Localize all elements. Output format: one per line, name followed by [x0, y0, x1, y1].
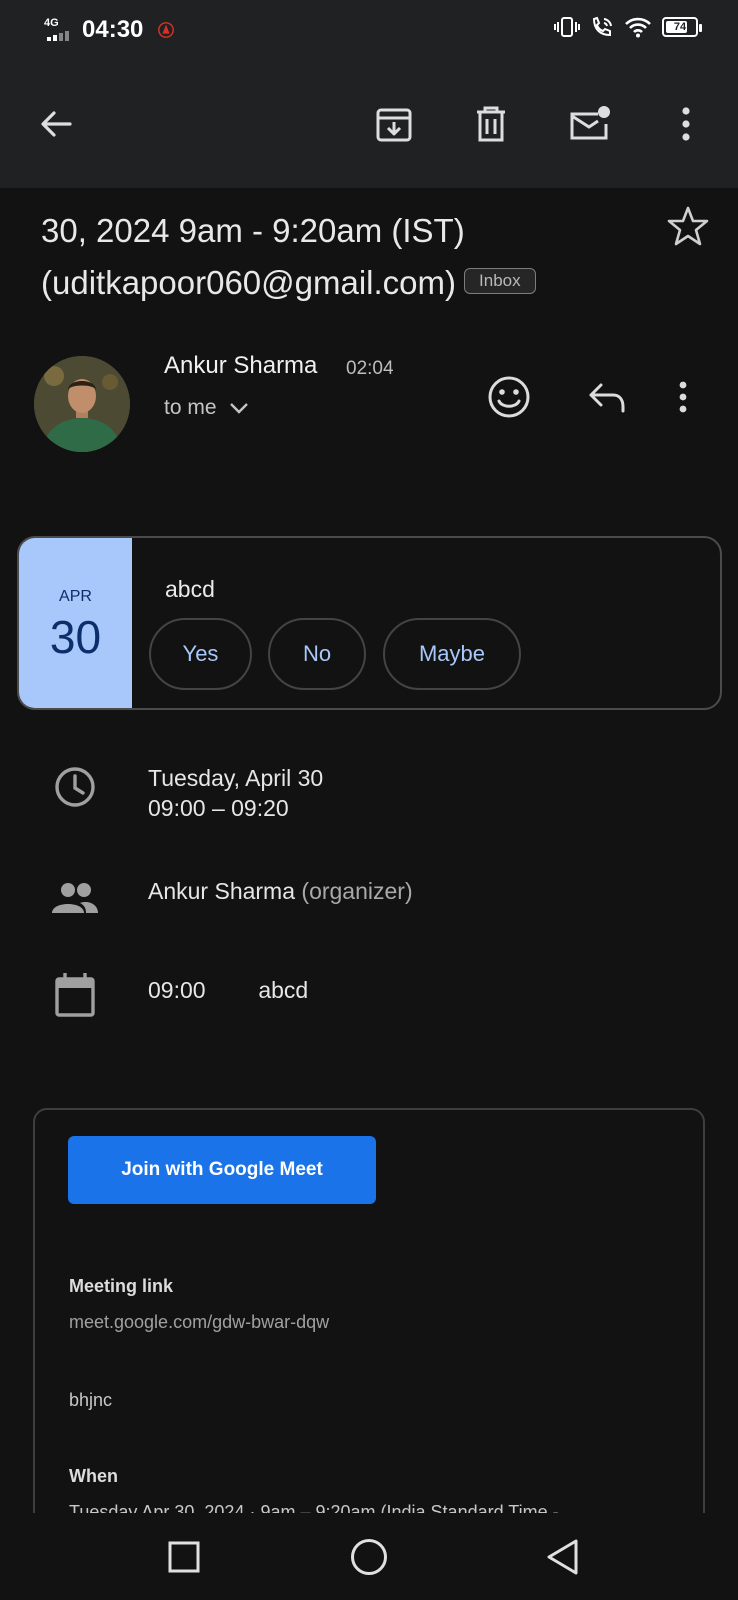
subject-line-1: 30, 2024 9am - 9:20am (IST): [41, 212, 465, 249]
wifi-icon: [625, 17, 651, 38]
message-more-button[interactable]: [668, 372, 698, 422]
delete-button[interactable]: [463, 96, 519, 152]
invite-month: APR: [59, 588, 92, 605]
agenda-event: abcd: [258, 977, 309, 1003]
email-subject: 30, 2024 9am - 9:20am (IST) (uditkapoor0…: [41, 205, 641, 309]
clock: 04:30: [82, 16, 144, 43]
back-nav-button[interactable]: [534, 1529, 590, 1585]
battery-icon: 74: [662, 17, 702, 37]
join-google-meet-button[interactable]: Join with Google Meet: [68, 1136, 376, 1204]
sender-name[interactable]: Ankur Sharma: [164, 352, 317, 380]
more-options-button[interactable]: [658, 96, 714, 152]
mark-unread-button[interactable]: [562, 96, 618, 152]
recipient-toggle[interactable]: to me: [164, 396, 249, 420]
arrow-back-icon: [41, 111, 72, 137]
network-type: 4G: [44, 17, 59, 29]
add-reaction-button[interactable]: [484, 372, 534, 422]
calendar-icon: [50, 970, 100, 1020]
invite-day: 30: [49, 611, 102, 663]
star-button[interactable]: [666, 204, 710, 248]
people-icon: [50, 873, 100, 923]
meeting-link[interactable]: meet.google.com/gdw-bwar-dqw: [69, 1312, 329, 1333]
battery-level: 74: [673, 21, 687, 33]
rsvp-yes-button[interactable]: Yes: [149, 618, 252, 690]
archive-button[interactable]: [366, 96, 422, 152]
mail-unread-icon: [570, 106, 610, 140]
reply-button[interactable]: [582, 372, 632, 422]
event-date: Tuesday, April 30: [148, 765, 324, 791]
home-button[interactable]: [341, 1529, 397, 1585]
organizer: Ankur Sharma (organizer): [148, 876, 413, 906]
star-icon: [667, 206, 709, 246]
emoji-icon: [488, 376, 530, 418]
reply-icon: [589, 383, 625, 413]
calendar-agenda: 09:00 abcd: [148, 975, 308, 1005]
system-nav-bar: [0, 1513, 738, 1600]
clock-icon: [50, 762, 100, 812]
meeting-link-label: Meeting link: [69, 1276, 174, 1296]
network-signal-icon: 4G: [44, 17, 78, 43]
more-vert-icon: [682, 107, 690, 141]
rsvp-no-button[interactable]: No: [268, 618, 366, 690]
more-vert-icon: [679, 381, 687, 413]
when-label: When: [69, 1466, 118, 1486]
sent-time: 02:04: [346, 358, 394, 379]
status-bar: 4G 04:30 74: [0, 0, 738, 60]
organizer-role: (organizer): [301, 878, 413, 904]
recipient-label: to me: [164, 396, 217, 419]
sender-avatar[interactable]: [34, 356, 130, 452]
top-app-bar: [0, 60, 738, 188]
invite-title: abcd: [165, 576, 215, 602]
meet-details-card: Join with Google Meet Meeting link meet.…: [33, 1108, 705, 1528]
notification-icon: [158, 22, 175, 38]
subject-line-2: (uditkapoor060@gmail.com): [41, 264, 457, 301]
event-time-range: 09:00 – 09:20: [148, 795, 289, 821]
rsvp-maybe-button[interactable]: Maybe: [383, 618, 521, 690]
wifi-call-icon: [592, 16, 612, 37]
square-icon: [168, 1541, 200, 1573]
back-button[interactable]: [28, 96, 84, 152]
vibrate-icon: [554, 17, 580, 37]
calendar-invite-card: APR 30 abcd Yes No Maybe: [17, 536, 722, 710]
agenda-time: 09:00: [148, 977, 206, 1003]
trash-icon: [477, 106, 505, 142]
triangle-back-icon: [547, 1539, 578, 1575]
avatar-photo: [34, 356, 130, 452]
inbox-label-badge[interactable]: Inbox: [464, 268, 536, 295]
event-datetime: Tuesday, April 30 09:00 – 09:20: [148, 763, 323, 823]
chevron-down-icon: [229, 403, 248, 414]
event-description: bhjnc: [69, 1390, 113, 1410]
invite-date-block: APR 30: [19, 538, 132, 708]
circle-icon: [351, 1539, 387, 1575]
archive-icon: [376, 108, 412, 142]
organizer-name: Ankur Sharma: [148, 878, 296, 904]
recents-button[interactable]: [156, 1529, 212, 1585]
